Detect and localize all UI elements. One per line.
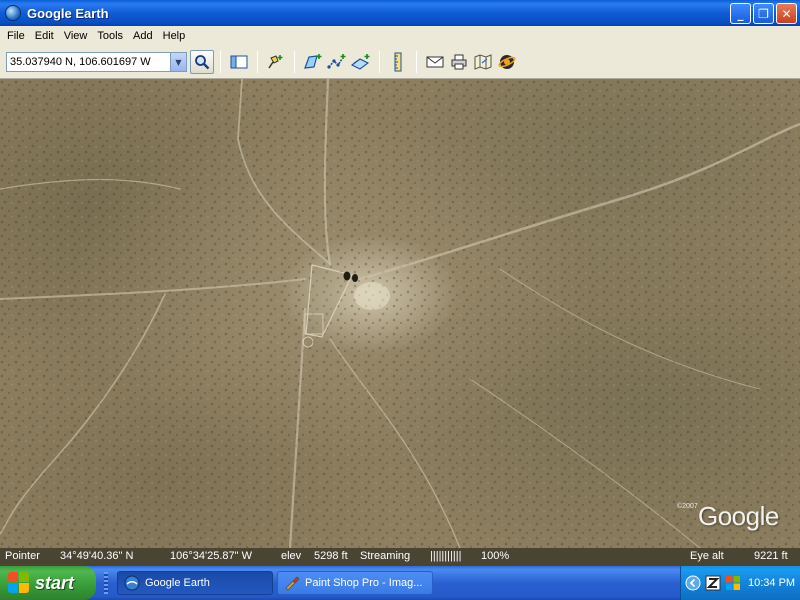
add-image-overlay-button[interactable]: [349, 50, 373, 74]
windows-flag-tray-icon[interactable]: [725, 575, 741, 591]
eye-alt-value: 9221 ft: [754, 550, 788, 562]
google-watermark: Google: [698, 501, 779, 531]
sky-icon: [498, 55, 516, 69]
polygon-icon: [304, 54, 322, 69]
streaming-percent: 100%: [481, 550, 510, 562]
fly-to-combobox[interactable]: ▼: [6, 52, 187, 72]
pointer-longitude: 106°34'25.87" W: [170, 550, 252, 562]
toolbar-separator: [379, 51, 380, 73]
search-button[interactable]: [190, 50, 214, 74]
pointer-latitude: 34°49'40.36" N: [60, 550, 134, 562]
image-overlay-icon: [350, 54, 370, 70]
close-button[interactable]: ✕: [776, 3, 797, 24]
map-view[interactable]: ©2007 Google: [0, 79, 800, 548]
menu-view[interactable]: View: [59, 30, 93, 42]
imagery-copyright: ©2007: [677, 503, 698, 510]
restore-button[interactable]: ❐: [753, 3, 774, 24]
menu-help[interactable]: Help: [158, 30, 191, 42]
task-label: Paint Shop Pro - Imag...: [305, 577, 423, 589]
chevron-down-icon[interactable]: ▼: [170, 53, 186, 71]
taskbar: start Google Earth Paint Shop Pro - Imag…: [0, 566, 800, 600]
pointer-label: Pointer: [5, 550, 40, 562]
task-paint-shop-pro[interactable]: Paint Shop Pro - Imag...: [277, 571, 433, 595]
ruler-icon: [394, 52, 402, 72]
eye-alt-label: Eye alt: [690, 550, 724, 562]
zonealarm-icon[interactable]: [705, 575, 721, 591]
task-label: Google Earth: [145, 577, 210, 589]
quick-launch-handle[interactable]: [104, 572, 108, 594]
menu-tools[interactable]: Tools: [92, 30, 128, 42]
placemark-icon: [268, 55, 283, 69]
elevation-label: elev: [281, 550, 302, 562]
toolbar-separator: [294, 51, 295, 73]
fly-to-input[interactable]: [7, 53, 170, 71]
google-earth-icon: [124, 575, 140, 591]
google-maps-button[interactable]: [471, 50, 495, 74]
path-icon: [327, 54, 346, 69]
search-icon: [195, 55, 210, 70]
print-icon: [451, 54, 467, 70]
sidebar-toggle-icon: [230, 55, 248, 69]
toolbar-separator: [220, 51, 221, 73]
windows-flag-glyph: [726, 576, 740, 590]
taskbar-clock[interactable]: 10:34 PM: [748, 577, 795, 589]
print-button[interactable]: [447, 50, 471, 74]
menu-edit[interactable]: Edit: [30, 30, 59, 42]
zonealarm-glyph: [705, 575, 721, 591]
sky-button[interactable]: [495, 50, 519, 74]
ruler-button[interactable]: [386, 50, 410, 74]
google-earth-icon: [5, 5, 21, 21]
email-icon: [426, 56, 444, 68]
start-label: start: [35, 572, 75, 593]
task-google-earth[interactable]: Google Earth: [117, 571, 273, 595]
satellite-imagery: [0, 79, 800, 548]
toolbar-separator: [257, 51, 258, 73]
elevation-value: 5298 ft: [314, 550, 348, 562]
sidebar-toggle-button[interactable]: [227, 50, 251, 74]
add-path-button[interactable]: [325, 50, 349, 74]
start-button[interactable]: start: [0, 566, 96, 600]
add-polygon-button[interactable]: [301, 50, 325, 74]
window-title: Google Earth: [27, 5, 109, 21]
add-placemark-button[interactable]: [264, 50, 288, 74]
menu-bar: File Edit View Tools Add Help: [0, 26, 800, 46]
toolbar-separator: [416, 51, 417, 73]
streaming-progress: |||||||||||: [430, 550, 462, 562]
toolbar: ▼: [0, 46, 800, 79]
streaming-label: Streaming: [360, 550, 411, 562]
google-maps-icon: [474, 54, 492, 70]
email-button[interactable]: [423, 50, 447, 74]
menu-add[interactable]: Add: [128, 30, 158, 42]
minimize-button[interactable]: _: [730, 3, 751, 24]
show-hidden-icons-button[interactable]: [685, 575, 701, 591]
menu-file[interactable]: File: [2, 30, 30, 42]
system-tray: 10:34 PM: [680, 566, 800, 600]
chevron-left-icon: [685, 575, 701, 591]
status-bar: Pointer 34°49'40.36" N 106°34'25.87" W e…: [0, 548, 800, 566]
windows-logo-icon: [8, 572, 30, 594]
title-bar: Google Earth _ ❐ ✕: [0, 0, 800, 26]
paint-shop-pro-icon: [285, 576, 300, 591]
